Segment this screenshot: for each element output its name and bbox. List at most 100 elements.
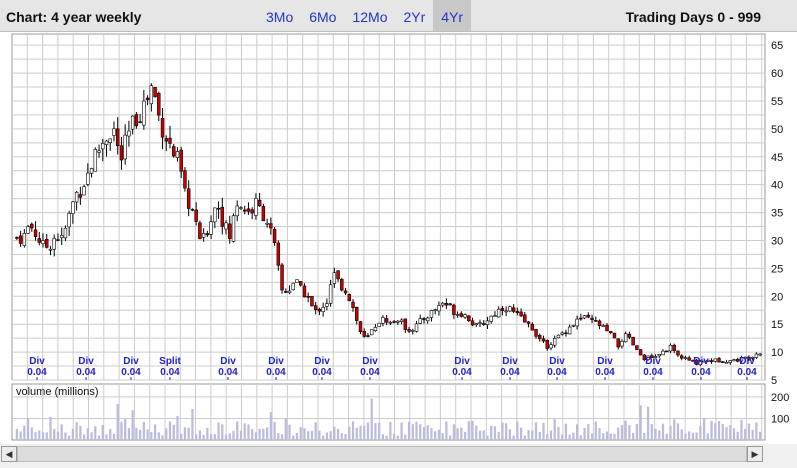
scroll-track[interactable]: [17, 446, 747, 462]
volume-bar: [359, 425, 362, 440]
volume-bar: [747, 423, 751, 440]
tab-4yr[interactable]: 4Yr: [433, 0, 472, 31]
candle-body: [366, 335, 370, 337]
scroll-right-button[interactable]: ▶: [747, 446, 763, 462]
volume-bar: [329, 431, 332, 440]
tab-3mo[interactable]: 3Mo: [258, 0, 301, 31]
candle-body: [594, 320, 598, 322]
dividend-value: 0.04: [312, 367, 332, 378]
volume-bar: [449, 435, 452, 440]
volume-bar: [751, 429, 754, 440]
price-pane: [11, 33, 766, 381]
volume-bar: [217, 422, 220, 440]
dividend-value: 0.04: [27, 367, 47, 378]
dividend-label: Div: [502, 356, 518, 367]
volume-bar: [176, 415, 179, 440]
volume-bar: [467, 421, 470, 440]
candle-body: [676, 350, 680, 356]
candle-body: [332, 272, 337, 284]
candle-body: [582, 315, 587, 319]
candle-body: [549, 344, 553, 349]
volume-bar: [355, 427, 358, 440]
dividend-label: Div: [78, 356, 94, 367]
volume-bar: [284, 418, 287, 440]
scroll-thumb[interactable]: [18, 447, 746, 461]
candle-body: [463, 314, 467, 318]
candle-body: [467, 315, 471, 322]
candle-body: [186, 188, 191, 209]
volume-bar: [86, 428, 89, 440]
volume-bar: [695, 432, 698, 440]
candle-body: [560, 332, 564, 335]
volume-bar: [161, 435, 164, 440]
volume-bar: [209, 434, 213, 440]
volume-bar: [56, 431, 60, 440]
candle-body: [545, 339, 549, 349]
candle-body: [56, 239, 60, 241]
volume-bar: [251, 429, 254, 440]
volume-bar: [101, 424, 104, 440]
candle-body: [384, 318, 389, 323]
dividend-label: Div: [362, 356, 378, 367]
candle-body: [635, 345, 639, 350]
volume-bar: [594, 421, 597, 440]
candle-body: [612, 332, 617, 339]
scroll-left-button[interactable]: ◀: [1, 446, 17, 462]
volume-bar: [691, 432, 695, 440]
volume-bar: [180, 433, 183, 440]
tab-2yr[interactable]: 2Yr: [396, 0, 434, 31]
candle-body: [48, 248, 53, 251]
volume-bar: [583, 427, 586, 440]
candle-body: [71, 201, 75, 214]
volume-bar: [172, 424, 175, 440]
chart-scrollbar[interactable]: ◀ ▶: [0, 444, 797, 468]
volume-bar: [602, 433, 605, 440]
candle-body: [295, 279, 299, 283]
candle-body: [213, 207, 217, 223]
volume-bar: [493, 426, 497, 440]
tab-12mo[interactable]: 12Mo: [344, 0, 395, 31]
candle-body: [194, 209, 198, 222]
volume-tick-label: 200: [771, 392, 789, 404]
candle-body: [235, 205, 239, 217]
candle-body: [45, 238, 49, 248]
volume-bar: [120, 421, 123, 440]
chart-title: Chart: 4 year weekly: [6, 9, 142, 25]
candle-body: [388, 321, 393, 324]
volume-bar: [30, 427, 33, 440]
candle-body: [422, 318, 426, 321]
candle-body: [721, 361, 725, 363]
dividend-value: 0.04: [595, 367, 615, 378]
candle-body: [687, 357, 691, 361]
candle-body: [538, 335, 542, 339]
dividend-label: Div: [220, 356, 236, 367]
candle-body: [317, 308, 322, 312]
tab-6mo[interactable]: 6Mo: [301, 0, 344, 31]
volume-bar: [553, 419, 556, 440]
dividend-label: Div: [739, 356, 755, 367]
candle-body: [418, 318, 422, 324]
volume-bar: [299, 427, 302, 440]
candle-body: [452, 304, 456, 315]
candle-body: [299, 281, 303, 286]
dividend-label: Div: [597, 356, 613, 367]
candle-body: [754, 353, 759, 358]
candle-body: [321, 307, 325, 312]
candle-body: [336, 270, 340, 280]
volume-bar: [673, 419, 676, 440]
candle-body: [209, 221, 213, 235]
volume-bar: [206, 427, 209, 440]
dividend-value: 0.04: [266, 367, 286, 378]
volume-bar: [228, 433, 231, 440]
dividend-label: Split: [159, 356, 181, 367]
candle-body: [482, 323, 486, 326]
volume-bar: [482, 430, 485, 440]
candle-body: [231, 215, 236, 242]
candle-body: [205, 233, 210, 236]
dividend-label: Div: [123, 356, 139, 367]
candle-body: [515, 311, 520, 314]
dividend-label: Div: [29, 356, 45, 367]
volume-axis-label: volume (millions): [16, 386, 99, 398]
volume-bar: [744, 429, 747, 440]
candle-body: [661, 350, 665, 356]
